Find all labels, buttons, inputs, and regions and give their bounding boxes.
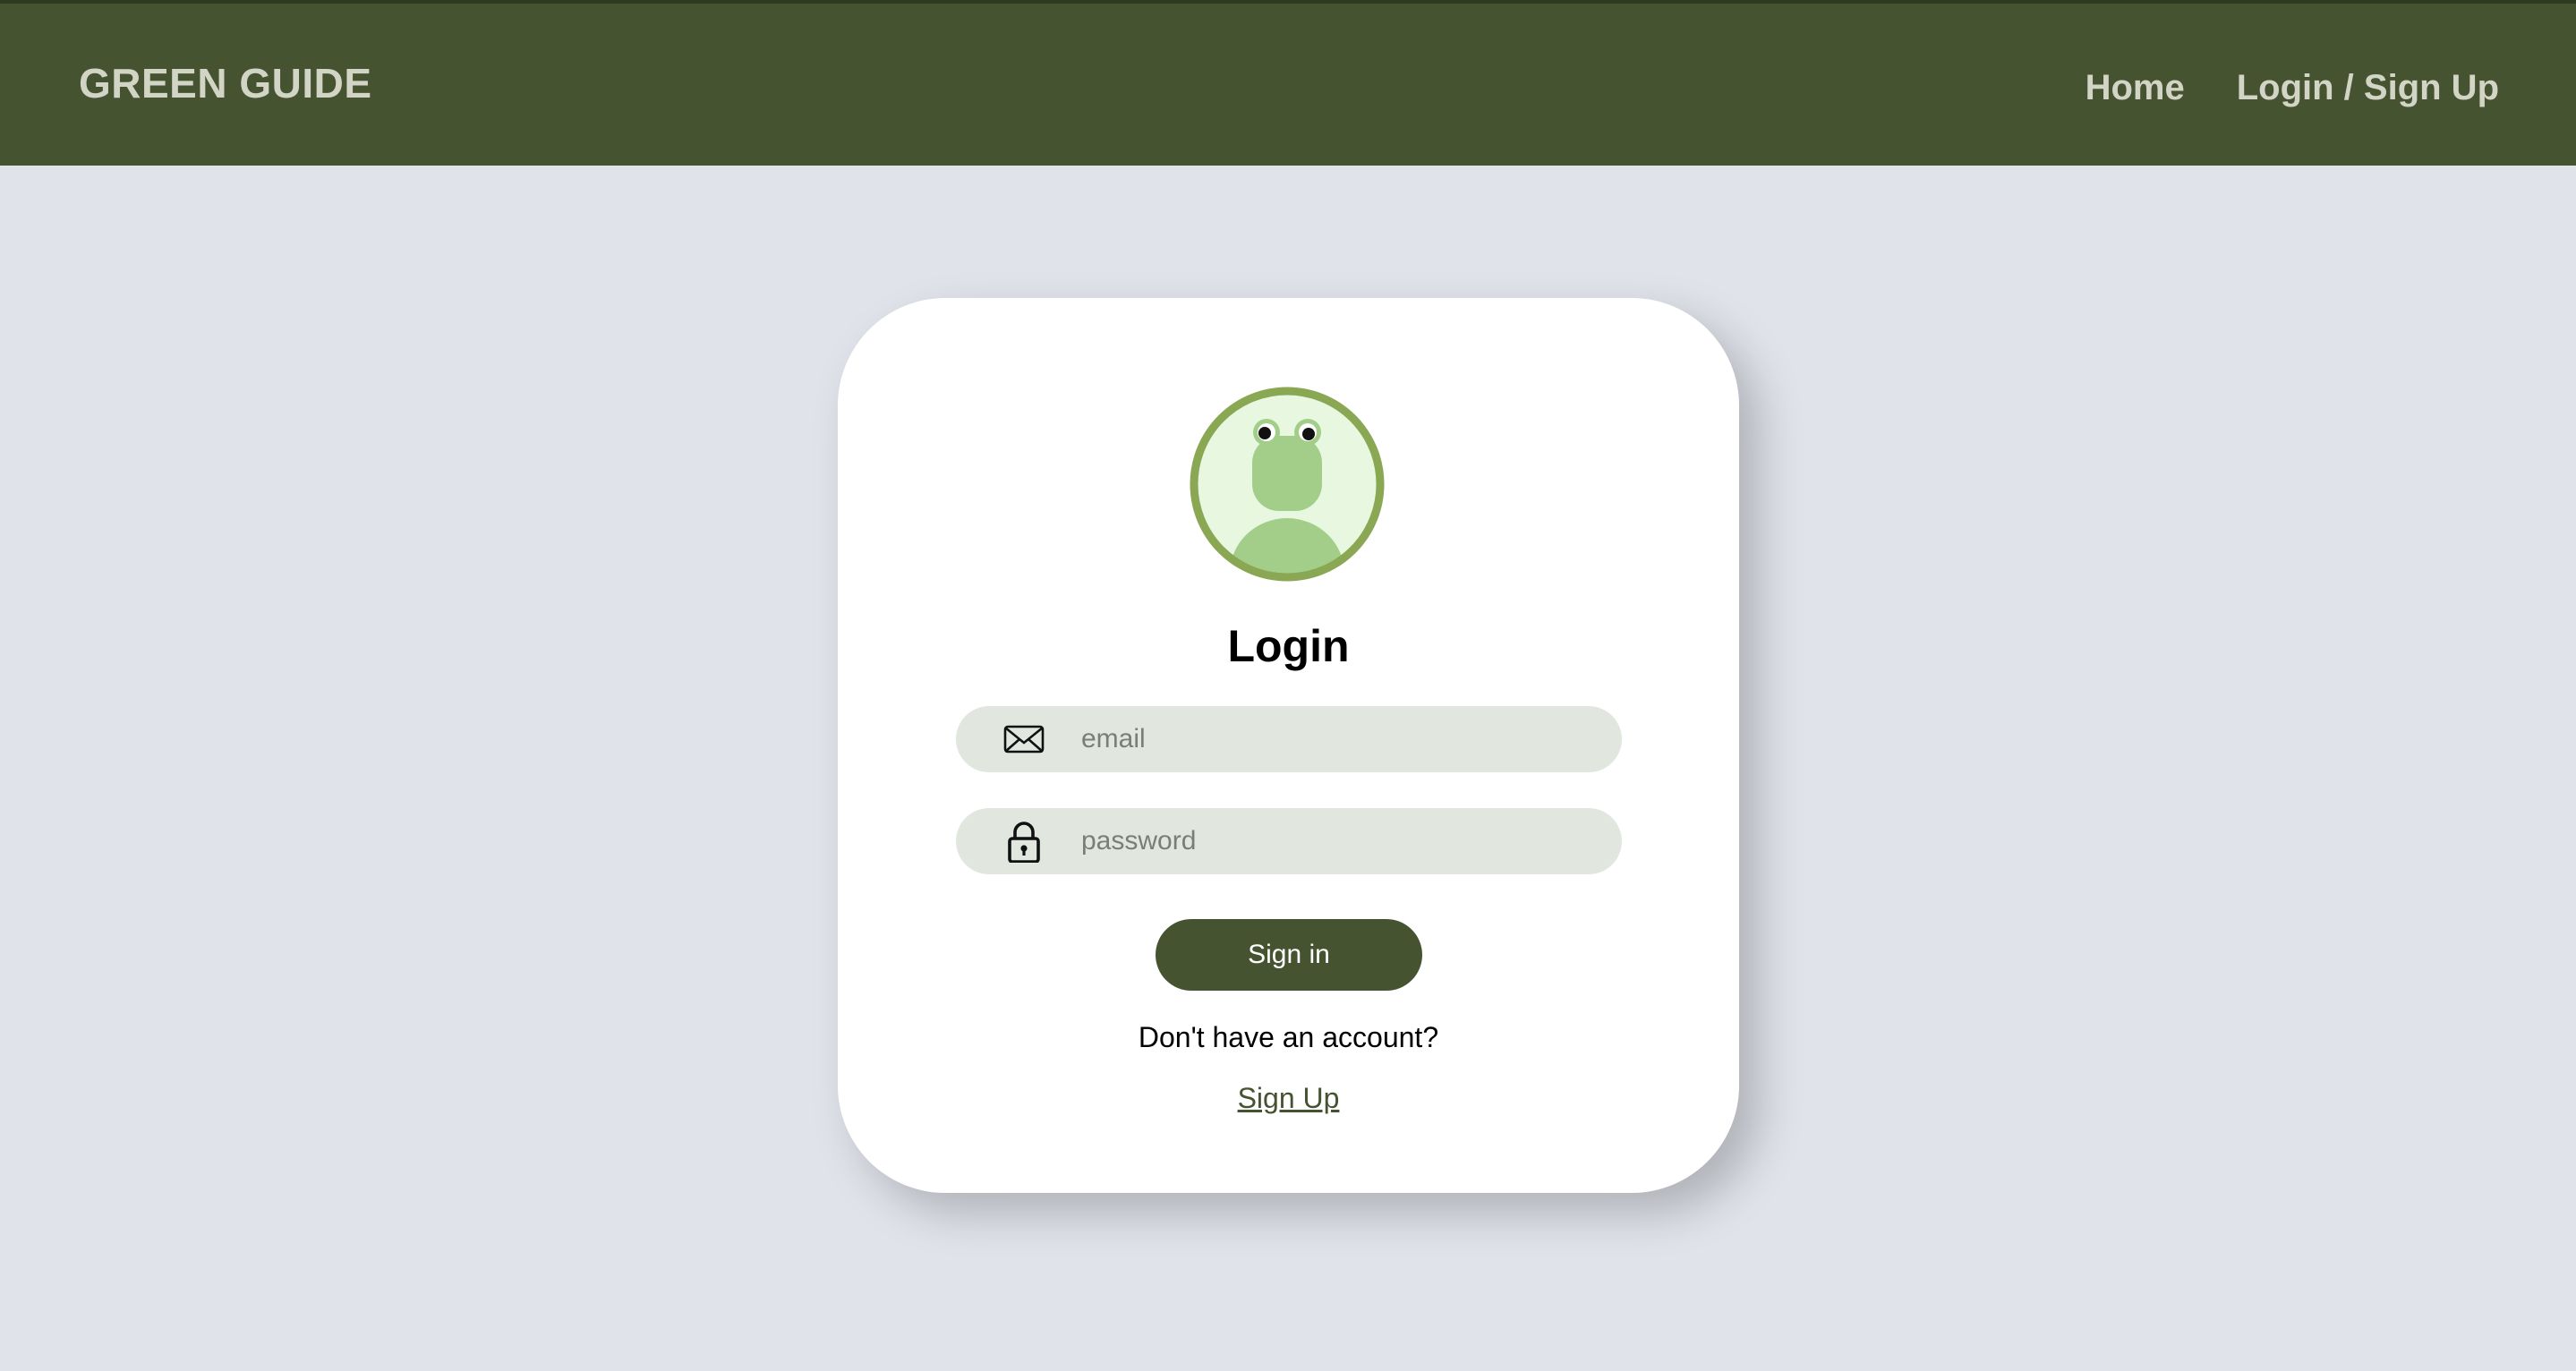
- envelope-icon: [1003, 725, 1045, 754]
- brand-logo-text[interactable]: GREEN GUIDE: [79, 59, 372, 107]
- login-card: Login Sign in Don't have an account? Sig…: [838, 298, 1739, 1193]
- password-field[interactable]: [956, 808, 1622, 874]
- sign-in-button[interactable]: Sign in: [1156, 919, 1422, 991]
- main-nav: Home Login / Sign Up: [2086, 68, 2499, 108]
- login-title: Login: [1227, 621, 1350, 671]
- frog-avatar-icon: [1190, 387, 1385, 582]
- sign-up-link[interactable]: Sign Up: [838, 1082, 1739, 1115]
- no-account-prompt: Don't have an account?: [1138, 1021, 1439, 1053]
- top-navbar: GREEN GUIDE Home Login / Sign Up: [0, 0, 2576, 166]
- nav-home-link[interactable]: Home: [2086, 68, 2185, 108]
- nav-login-signup-link[interactable]: Login / Sign Up: [2237, 68, 2499, 108]
- email-input[interactable]: [1081, 706, 1600, 772]
- email-field[interactable]: [956, 706, 1622, 772]
- lock-icon: [1008, 822, 1040, 863]
- password-input[interactable]: [1081, 808, 1600, 874]
